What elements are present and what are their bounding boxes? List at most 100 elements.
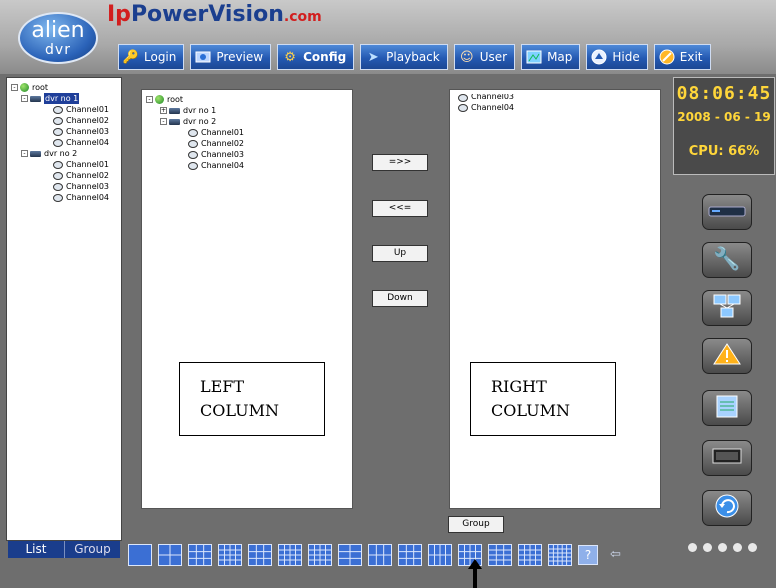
hide-icon — [590, 48, 608, 66]
layout-3x3-button[interactable] — [248, 544, 272, 566]
monitor-icon — [711, 446, 743, 470]
collapse-icon[interactable]: - — [21, 150, 28, 157]
camera-icon — [53, 171, 63, 180]
camera-icon — [53, 193, 63, 202]
main-nav: 🔑 Login Preview ⚙ Config ➤ Playback ☺ User M… — [118, 44, 711, 72]
help-button[interactable]: ? — [578, 545, 598, 565]
map-button[interactable]: Map — [521, 44, 581, 70]
tree-channel[interactable]: Channel01 — [11, 104, 121, 115]
move-down-button[interactable]: Down — [372, 290, 428, 307]
preview-button[interactable]: Preview — [190, 44, 272, 70]
list-tab[interactable]: List — [8, 541, 64, 558]
tree-dvr1[interactable]: - dvr no 1 — [11, 93, 121, 104]
dvr-device-button[interactable] — [702, 194, 752, 230]
layout-1x1-button[interactable] — [128, 544, 152, 566]
tree-dvr1[interactable]: + dvr no 1 — [146, 105, 352, 116]
tree-channel[interactable]: Channel04 — [146, 160, 352, 171]
tree-channel[interactable]: Channel02 — [146, 138, 352, 149]
right-column-list[interactable]: Channel03 Channel04 RIGHT COLUMN — [449, 89, 661, 509]
back-button[interactable] — [702, 490, 752, 526]
tree-channel[interactable]: Channel02 — [11, 170, 121, 181]
layout-4x4b-button[interactable] — [518, 544, 542, 566]
layout-2x3b-button[interactable] — [368, 544, 392, 566]
camera-icon — [53, 127, 63, 136]
move-left-button[interactable]: <<= — [372, 200, 428, 217]
exit-button[interactable]: Exit — [653, 44, 711, 70]
log-button[interactable] — [702, 390, 752, 426]
login-button[interactable]: 🔑 Login — [118, 44, 185, 70]
move-right-button[interactable]: =>> — [372, 154, 428, 171]
group-tab[interactable]: Group — [64, 541, 120, 558]
monitor-button[interactable] — [702, 440, 752, 476]
cpu-usage: CPU: 66% — [688, 144, 760, 159]
left-column-list[interactable]: - root + dvr no 1 - dvr no 2 Channel01 Chan… — [141, 89, 353, 509]
collapse-icon[interactable]: - — [21, 95, 28, 102]
playback-button[interactable]: ➤ Playback — [360, 44, 448, 70]
tree-channel[interactable]: Channel04 — [458, 102, 660, 113]
config-button[interactable]: ⚙ Config — [277, 44, 355, 70]
gear-icon: ⚙ — [284, 49, 296, 65]
tree-channel[interactable]: Channel04 — [11, 137, 121, 148]
camera-icon — [53, 116, 63, 125]
tree-root[interactable]: - root — [11, 82, 121, 93]
tree-channel[interactable]: Channel02 — [11, 115, 121, 126]
notepad-icon — [714, 393, 740, 423]
tree-channel[interactable]: Channel04 — [11, 192, 121, 203]
camera-icon — [458, 94, 468, 102]
settings-button[interactable]: 🔧 — [702, 242, 752, 278]
layout-4x3-button[interactable] — [488, 544, 512, 566]
page-dot[interactable] — [733, 543, 742, 552]
layout-2x4-button[interactable] — [428, 544, 452, 566]
hide-button[interactable]: Hide — [586, 44, 648, 70]
page-dot[interactable] — [718, 543, 727, 552]
right-column-label: RIGHT COLUMN — [470, 362, 616, 436]
layout-1+5-button[interactable] — [188, 544, 212, 566]
layout-4x4-button[interactable] — [278, 544, 302, 566]
preview-icon — [194, 48, 212, 66]
left-column-label: LEFT COLUMN — [179, 362, 325, 436]
page-dot[interactable] — [703, 543, 712, 552]
dvr-icon — [30, 150, 41, 157]
network-button[interactable] — [702, 290, 752, 326]
camera-icon — [53, 182, 63, 191]
tree-channel[interactable]: Channel03 — [146, 149, 352, 160]
dvr-icon — [169, 118, 180, 125]
globe-icon — [155, 95, 164, 104]
undo-icon — [714, 494, 740, 522]
camera-icon — [188, 139, 198, 148]
dvr-device-icon — [708, 203, 746, 222]
arrow-pointer-icon — [468, 559, 482, 588]
camera-icon — [53, 138, 63, 147]
tree-channel[interactable]: Channel01 — [11, 159, 121, 170]
expand-icon[interactable]: + — [160, 107, 167, 114]
move-up-button[interactable]: Up — [372, 245, 428, 262]
group-button[interactable]: Group — [448, 516, 504, 533]
layout-2x3a-button[interactable] — [338, 544, 362, 566]
layout-2x2-button[interactable] — [158, 544, 182, 566]
layout-bar: ? ⇦ — [128, 544, 621, 568]
collapse-icon[interactable]: - — [160, 118, 167, 125]
back-arrow-icon[interactable]: ⇦ — [610, 544, 621, 568]
tree-channel[interactable]: Channel03 — [11, 126, 121, 137]
camera-icon — [188, 161, 198, 170]
layout-1+7-button[interactable] — [218, 544, 242, 566]
tree-channel[interactable]: Channel01 — [146, 127, 352, 138]
tree-root[interactable]: - root — [146, 94, 352, 105]
device-tree: - root - dvr no 1 Channel01 Channel02 Chan… — [6, 77, 122, 541]
page-dot[interactable] — [748, 543, 757, 552]
collapse-icon[interactable]: - — [11, 84, 18, 91]
alarm-button[interactable] — [702, 338, 752, 374]
tree-dvr2[interactable]: - dvr no 2 — [11, 148, 121, 159]
collapse-icon[interactable]: - — [146, 96, 153, 103]
page-dot[interactable] — [688, 543, 697, 552]
tree-channel[interactable]: Channel03 — [11, 181, 121, 192]
playback-icon: ➤ — [367, 49, 379, 65]
layout-1+12-button[interactable] — [308, 544, 332, 566]
layout-3x3b-button[interactable] — [398, 544, 422, 566]
tree-channel[interactable]: Channel03 — [458, 94, 660, 102]
user-button[interactable]: ☺ User — [453, 44, 516, 70]
camera-icon — [53, 160, 63, 169]
clock-panel: 08:06:45 2008 - 06 - 19 CPU: 66% — [673, 77, 775, 175]
tree-dvr2[interactable]: - dvr no 2 — [146, 116, 352, 127]
layout-5x5-button[interactable] — [548, 544, 572, 566]
